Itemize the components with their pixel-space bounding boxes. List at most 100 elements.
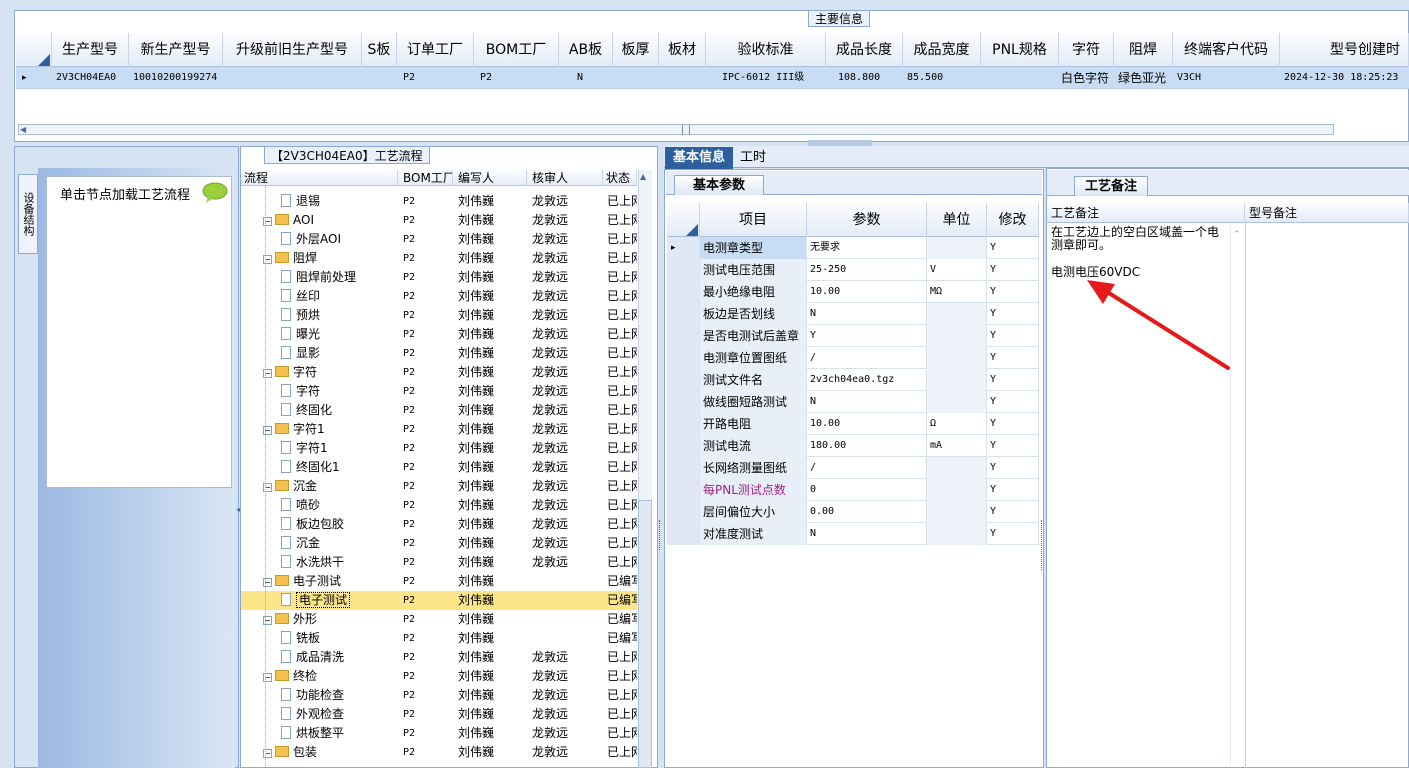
param-row[interactable]: 对准度测试 N Y <box>667 523 1039 545</box>
tree-item-row[interactable]: 沉金 P2 刘伟巍 龙敦远 已上网 <box>241 534 637 553</box>
col-width[interactable]: 成品宽度 <box>903 33 981 67</box>
col-length[interactable]: 成品长度 <box>826 33 903 67</box>
cell-new-model[interactable]: 10010200199274 <box>129 67 223 89</box>
tree-item-row[interactable]: 功能检查 P2 刘伟巍 龙敦远 已上网 <box>241 686 637 705</box>
tree-item-row[interactable]: 成品清洗 P2 刘伟巍 龙敦远 已上网 <box>241 648 637 667</box>
tree-folder-row[interactable]: −沉金P2刘伟巍龙敦远已上网 <box>241 477 637 496</box>
param-cell-param[interactable]: / <box>807 347 927 369</box>
col-char[interactable]: 字符 <box>1059 33 1114 67</box>
process-note-text[interactable]: 在工艺边上的空白区域盖一个电测章即可。 <box>1051 226 1226 252</box>
param-row[interactable]: 板边是否划线 N Y <box>667 303 1039 325</box>
param-row[interactable]: 测试文件名 2v3ch04ea0.tgz Y <box>667 369 1039 391</box>
col-model[interactable]: 生产型号 <box>52 33 129 67</box>
tree-folder-row[interactable]: −AOIP2刘伟巍龙敦远已上网 <box>241 211 637 230</box>
param-row-header[interactable] <box>667 391 700 413</box>
param-row-header[interactable] <box>667 369 700 391</box>
col-ab-board[interactable]: AB板 <box>559 33 613 67</box>
tree-item-row[interactable]: 电子测试 P2 刘伟巍 已编写 <box>241 591 637 610</box>
param-cell-param[interactable]: N <box>807 523 927 545</box>
params-col-item[interactable]: 项目 <box>700 203 807 237</box>
tree-col-flow[interactable]: 流程 <box>241 170 398 186</box>
tree-col-reviewer[interactable]: 核审人 <box>527 170 603 186</box>
tree-item-row[interactable]: 曝光 P2 刘伟巍 龙敦远 已上网 <box>241 325 637 344</box>
tree-item-row[interactable]: 终固化1 P2 刘伟巍 龙敦远 已上网 <box>241 458 637 477</box>
tree-item-row[interactable]: 铣板 P2 刘伟巍 已编写 <box>241 629 637 648</box>
cell-ab-board[interactable]: N <box>559 67 613 89</box>
right-splitter[interactable] <box>1041 520 1045 570</box>
param-row-header[interactable]: ▸ <box>667 237 700 259</box>
param-row[interactable]: ▸ 电测章类型 无要求 Y <box>667 237 1039 259</box>
params-col-mod[interactable]: 修改 <box>987 203 1039 237</box>
tab-basic-info[interactable]: 基本信息 <box>665 147 733 169</box>
tree-item-row[interactable]: 烘板整平 P2 刘伟巍 龙敦远 已上网 <box>241 724 637 743</box>
param-cell-param[interactable]: N <box>807 303 927 325</box>
param-row-header[interactable] <box>667 435 700 457</box>
param-cell-param[interactable]: 2v3ch04ea0.tgz <box>807 369 927 391</box>
col-old-model[interactable]: 升级前旧生产型号 <box>223 33 362 67</box>
param-row[interactable]: 测试电压范围 25-250 V Y <box>667 259 1039 281</box>
param-row[interactable]: 测试电流 180.00 mA Y <box>667 435 1039 457</box>
cell-width[interactable]: 85.500 <box>903 67 981 89</box>
col-bom-factory[interactable]: BOM工厂 <box>474 33 559 67</box>
param-cell-param[interactable]: 0.00 <box>807 501 927 523</box>
param-cell-param[interactable]: 180.00 <box>807 435 927 457</box>
param-row-header[interactable] <box>667 303 700 325</box>
tree-col-writer[interactable]: 编写人 <box>453 170 527 186</box>
tree-item-row[interactable]: 显影 P2 刘伟巍 龙敦远 已上网 <box>241 344 637 363</box>
tree-folder-row[interactable]: −电子测试P2刘伟巍已编写 <box>241 572 637 591</box>
scroll-up-icon[interactable]: ▲ <box>640 172 646 181</box>
tab-process-notes[interactable]: 工艺备注 <box>1074 176 1148 196</box>
col-new-model[interactable]: 新生产型号 <box>129 33 223 67</box>
tree-item-row[interactable]: 终固化 P2 刘伟巍 龙敦远 已上网 <box>241 401 637 420</box>
param-row-header[interactable] <box>667 413 700 435</box>
param-cell-param[interactable]: / <box>807 457 927 479</box>
param-row[interactable]: 每PNL测试点数 0 Y <box>667 479 1039 501</box>
cell-char[interactable]: 白色字符 <box>1057 67 1114 89</box>
params-col-param[interactable]: 参数 <box>807 203 927 237</box>
vertical-tab-structure[interactable]: 设备结构 <box>18 174 38 254</box>
tree-item-row[interactable]: 板边包胶 P2 刘伟巍 龙敦远 已上网 <box>241 515 637 534</box>
tree-folder-row[interactable]: −阻焊P2刘伟巍龙敦远已上网 <box>241 249 637 268</box>
col-order-factory[interactable]: 订单工厂 <box>397 33 474 67</box>
param-row[interactable]: 做线圈短路测试 N Y <box>667 391 1039 413</box>
cell-standard[interactable]: IPC-6012 III级 <box>706 67 826 89</box>
tree-folder-row[interactable]: −字符1P2刘伟巍龙敦远已上网 <box>241 420 637 439</box>
tree-item-row[interactable]: 退锡 P2 刘伟巍 龙敦远 已上网 <box>241 192 637 211</box>
left-splitter-icon[interactable]: ◂ <box>236 505 240 514</box>
tree-item-row[interactable]: 预烘 P2 刘伟巍 龙敦远 已上网 <box>241 306 637 325</box>
tree-item-row[interactable]: 字符 P2 刘伟巍 龙敦远 已上网 <box>241 382 637 401</box>
param-row[interactable]: 电测章位置图纸 / Y <box>667 347 1039 369</box>
col-pnl[interactable]: PNL规格 <box>981 33 1059 67</box>
tree-scroll-thumb[interactable] <box>638 500 652 768</box>
param-row-header[interactable] <box>667 325 700 347</box>
param-row-header[interactable] <box>667 523 700 545</box>
param-row[interactable]: 长网络测量图纸 / Y <box>667 457 1039 479</box>
notes-scroll-up-icon[interactable]: ⌃ <box>1233 230 1241 240</box>
cell-customer[interactable]: V3CH <box>1173 67 1280 89</box>
scroll-left-icon[interactable]: ◀ <box>20 126 34 134</box>
param-row-header[interactable] <box>667 501 700 523</box>
tree-folder-row[interactable]: −包装P2刘伟巍龙敦远已上网 <box>241 743 637 762</box>
tree-item-row[interactable]: 字符1 P2 刘伟巍 龙敦远 已上网 <box>241 439 637 458</box>
cell-bom-factory[interactable]: P2 <box>474 67 559 89</box>
params-col-unit[interactable]: 单位 <box>927 203 987 237</box>
param-row[interactable]: 是否电测试后盖章 Y Y <box>667 325 1039 347</box>
col-created[interactable]: 型号创建时 <box>1280 33 1409 67</box>
tree-folder-row[interactable]: −字符P2刘伟巍龙敦远已上网 <box>241 363 637 382</box>
param-cell-param[interactable]: 10.00 <box>807 281 927 303</box>
col-customer[interactable]: 终端客户代码 <box>1173 33 1280 67</box>
scroll-grip-icon[interactable] <box>682 125 690 135</box>
horizontal-scrollbar[interactable] <box>18 124 1334 135</box>
tree-col-bom[interactable]: BOM工厂 <box>398 170 453 186</box>
tree-col-status[interactable]: 状态 <box>603 170 637 186</box>
tree-item-row[interactable]: 水洗烘干 P2 刘伟巍 龙敦远 已上网 <box>241 553 637 572</box>
tree-item-row[interactable]: 喷砂 P2 刘伟巍 龙敦远 已上网 <box>241 496 637 515</box>
param-cell-param[interactable]: N <box>807 391 927 413</box>
col-s-board[interactable]: S板 <box>362 33 397 67</box>
cell-solder[interactable]: 绿色亚光 <box>1114 67 1173 89</box>
cell-length[interactable]: 108.800 <box>826 67 903 89</box>
col-standard[interactable]: 验收标准 <box>706 33 826 67</box>
param-row-header[interactable] <box>667 281 700 303</box>
main-table-row[interactable]: ▸ 2V3CH04EA0 10010200199274 P2 P2 N IPC-… <box>16 67 1409 89</box>
param-row[interactable]: 最小绝缘电阻 10.00 MΩ Y <box>667 281 1039 303</box>
